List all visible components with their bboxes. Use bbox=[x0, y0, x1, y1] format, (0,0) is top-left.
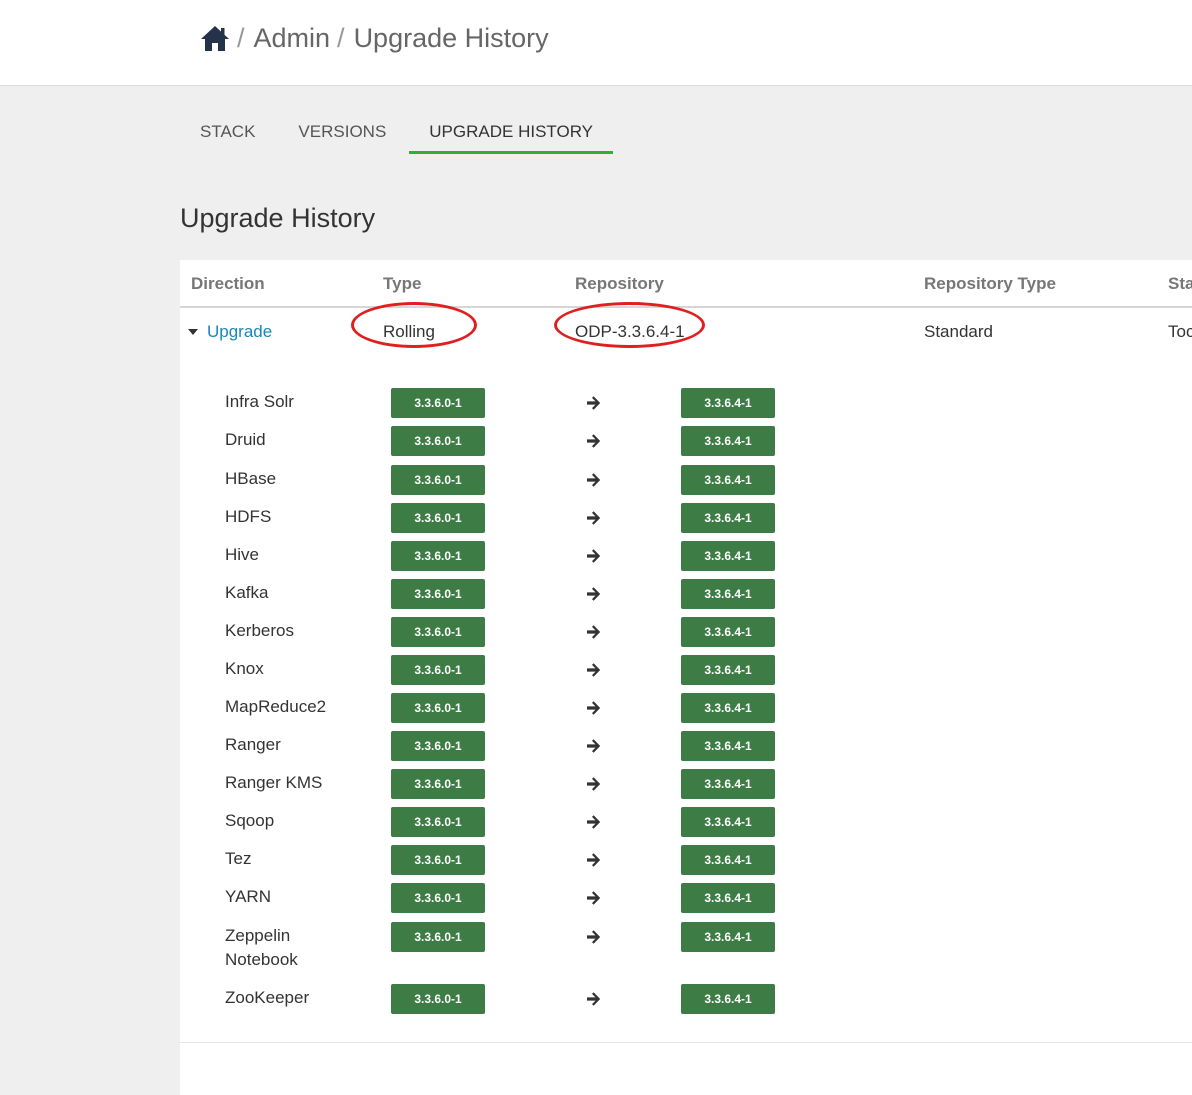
column-header-repository-type: Repository Type bbox=[924, 274, 1056, 293]
arrow-right-icon bbox=[587, 549, 601, 563]
breadcrumb-admin[interactable]: Admin bbox=[254, 23, 331, 54]
arrow-right-icon bbox=[587, 777, 601, 791]
to-version-badge: 3.3.6.4-1 bbox=[681, 984, 775, 1014]
service-name: Knox bbox=[225, 659, 264, 678]
arrow-right-icon bbox=[587, 815, 601, 829]
top-bar: / Admin / Upgrade History bbox=[0, 0, 1192, 86]
service-name: Kafka bbox=[225, 583, 269, 602]
to-version-badge: 3.3.6.4-1 bbox=[681, 731, 775, 761]
breadcrumb-current: Upgrade History bbox=[353, 22, 549, 53]
arrow-right-icon bbox=[587, 891, 601, 905]
from-version-badge: 3.3.6.0-1 bbox=[391, 426, 485, 456]
service-name: Druid bbox=[225, 430, 266, 449]
to-version-badge: 3.3.6.4-1 bbox=[681, 503, 775, 533]
arrow-right-icon bbox=[587, 396, 601, 410]
service-name: Sqoop bbox=[225, 811, 275, 830]
arrow-right-icon bbox=[587, 625, 601, 639]
to-version-badge: 3.3.6.4-1 bbox=[681, 617, 775, 647]
from-version-badge: 3.3.6.0-1 bbox=[391, 541, 485, 571]
service-name: Ranger KMS bbox=[225, 773, 323, 792]
arrow-right-icon bbox=[587, 511, 601, 525]
caret-down-icon[interactable] bbox=[188, 329, 198, 335]
arrow-right-icon bbox=[587, 739, 601, 753]
from-version-badge: 3.3.6.0-1 bbox=[391, 617, 485, 647]
from-version-badge: 3.3.6.0-1 bbox=[391, 769, 485, 799]
tab-stack[interactable]: STACK bbox=[180, 108, 275, 154]
service-name: HBase bbox=[225, 469, 277, 488]
header-divider bbox=[180, 306, 1192, 308]
from-version-badge: 3.3.6.0-1 bbox=[391, 845, 485, 875]
to-version-badge: 3.3.6.4-1 bbox=[681, 465, 775, 495]
to-version-badge: 3.3.6.4-1 bbox=[681, 388, 775, 418]
column-header-status: Sta bbox=[1168, 274, 1192, 293]
to-version-badge: 3.3.6.4-1 bbox=[681, 845, 775, 875]
to-version-badge: 3.3.6.4-1 bbox=[681, 579, 775, 609]
to-version-badge: 3.3.6.4-1 bbox=[681, 655, 775, 685]
from-version-badge: 3.3.6.0-1 bbox=[391, 883, 485, 913]
to-version-badge: 3.3.6.4-1 bbox=[681, 807, 775, 837]
column-header-type: Type bbox=[383, 274, 422, 293]
service-name: Tez bbox=[225, 849, 252, 868]
arrow-right-icon bbox=[587, 663, 601, 677]
breadcrumb-separator: / bbox=[337, 22, 345, 53]
arrow-right-icon bbox=[587, 434, 601, 448]
from-version-badge: 3.3.6.0-1 bbox=[391, 693, 485, 723]
service-name: Ranger bbox=[225, 735, 281, 754]
to-version-badge: 3.3.6.4-1 bbox=[681, 426, 775, 456]
service-name: Infra Solr bbox=[225, 392, 294, 411]
table-bottom-divider bbox=[180, 1042, 1192, 1043]
from-version-badge: 3.3.6.0-1 bbox=[391, 388, 485, 418]
service-name: HDFS bbox=[225, 507, 272, 526]
service-name: ZooKeeper bbox=[225, 988, 310, 1007]
tab-bar: STACK VERSIONS UPGRADE HISTORY bbox=[180, 108, 616, 154]
breadcrumb: / Admin / Upgrade History bbox=[200, 18, 549, 58]
from-version-badge: 3.3.6.0-1 bbox=[391, 922, 485, 952]
direction-upgrade-link[interactable]: Upgrade bbox=[207, 322, 272, 342]
upgrade-status: Toc bbox=[1168, 322, 1192, 341]
arrow-right-icon bbox=[587, 473, 601, 487]
arrow-right-icon bbox=[587, 930, 601, 944]
from-version-badge: 3.3.6.0-1 bbox=[391, 465, 485, 495]
from-version-badge: 3.3.6.0-1 bbox=[391, 655, 485, 685]
repository-type: Standard bbox=[924, 322, 993, 341]
breadcrumb-separator: / bbox=[237, 22, 245, 53]
to-version-badge: 3.3.6.4-1 bbox=[681, 541, 775, 571]
to-version-badge: 3.3.6.4-1 bbox=[681, 883, 775, 913]
column-header-direction: Direction bbox=[191, 274, 265, 293]
home-icon[interactable] bbox=[200, 23, 230, 53]
from-version-badge: 3.3.6.0-1 bbox=[391, 807, 485, 837]
service-name: YARN bbox=[225, 887, 271, 906]
annotation-circle-repository bbox=[554, 302, 705, 348]
column-header-repository: Repository bbox=[575, 274, 664, 293]
arrow-right-icon bbox=[587, 587, 601, 601]
service-name: Kerberos bbox=[225, 621, 294, 640]
to-version-badge: 3.3.6.4-1 bbox=[681, 769, 775, 799]
from-version-badge: 3.3.6.0-1 bbox=[391, 731, 485, 761]
service-name: MapReduce2 bbox=[225, 697, 327, 716]
service-name: Hive bbox=[225, 545, 260, 564]
arrow-right-icon bbox=[587, 853, 601, 867]
to-version-badge: 3.3.6.4-1 bbox=[681, 693, 775, 723]
tab-versions[interactable]: VERSIONS bbox=[278, 108, 406, 154]
to-version-badge: 3.3.6.4-1 bbox=[681, 922, 775, 952]
arrow-right-icon bbox=[587, 701, 601, 715]
from-version-badge: 3.3.6.0-1 bbox=[391, 503, 485, 533]
tab-upgrade-history[interactable]: UPGRADE HISTORY bbox=[409, 108, 614, 154]
service-name: Zeppelin Notebook bbox=[225, 926, 298, 969]
from-version-badge: 3.3.6.0-1 bbox=[391, 984, 485, 1014]
arrow-right-icon bbox=[587, 992, 601, 1006]
annotation-circle-type bbox=[351, 302, 477, 348]
page-title: Upgrade History bbox=[180, 203, 376, 233]
from-version-badge: 3.3.6.0-1 bbox=[391, 579, 485, 609]
upgrade-history-table: Direction Type Repository Repository Typ… bbox=[180, 260, 1192, 1095]
